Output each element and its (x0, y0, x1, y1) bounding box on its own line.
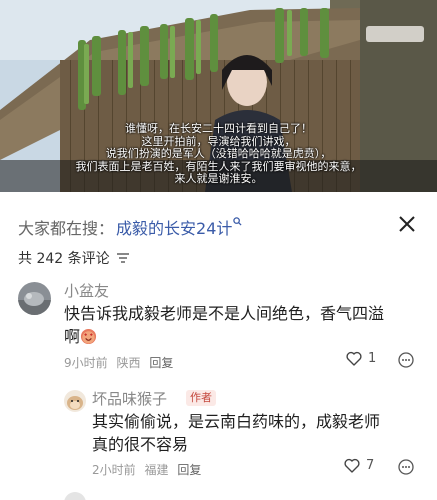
like-count: 7 (366, 458, 375, 473)
reply-button[interactable]: 回复 (177, 463, 201, 477)
comment-username[interactable]: 小盆友 (64, 280, 109, 301)
comment-time: 9小时前 (64, 356, 108, 370)
heart-icon (346, 351, 362, 366)
heart-eyes-emoji-icon (80, 328, 97, 345)
like-count: 1 (368, 351, 377, 366)
comment-panel: 大家都在搜： 成毅的长安24计 共 242 条评论 小盆友 快告诉我成毅老师是不 (0, 196, 437, 500)
subtitle-line: 说我们扮演的是军人（没错哈哈哈就是虎贲）， (105, 147, 332, 160)
video-subtitles: 谁懂呀，在长安二十四计看到自己了！ 这里开拍前，导演给我们讲戏， 说我们扮演的是… (0, 122, 437, 186)
avatar[interactable] (64, 390, 86, 412)
comment-text-line: 真的很不容易 (92, 435, 189, 454)
search-icon (233, 216, 242, 229)
comment-location: 陕西 (116, 356, 141, 370)
trending-search[interactable]: 大家都在搜： 成毅的长安24计 (18, 216, 242, 238)
subtitle-line: 来人就是谢淮安。 (174, 172, 263, 185)
comment-time: 2小时前 (92, 463, 136, 477)
comment-text: 快告诉我成毅老师是不是人间绝色，香气四溢 啊 (64, 302, 384, 348)
comment-item: 小盆友 快告诉我成毅老师是不是人间绝色，香气四溢 啊 9小时前 陕西 回复 1 (0, 278, 437, 378)
avatar[interactable] (18, 282, 51, 315)
comment-meta: 2小时前 福建 回复 (92, 461, 206, 478)
comment-username[interactable]: 坏品味猴子 (92, 388, 167, 409)
reply-item: 坏品味猴子 作者 其实偷偷说，是云南白药味的，成毅老师 真的很不容易 2小时前 … (0, 384, 437, 484)
more-options-icon[interactable] (398, 352, 414, 368)
comment-location: 福建 (144, 463, 169, 477)
comment-count: 共 242 条评论 (18, 251, 110, 267)
author-badge: 作者 (186, 390, 216, 406)
comment-count-row[interactable]: 共 242 条评论 (18, 248, 130, 268)
comment-text-line: 快告诉我成毅老师是不是人间绝色，香气四溢 (64, 304, 385, 323)
subtitle-line: 谁懂呀，在长安二十四计看到自己了！ (125, 122, 312, 135)
avatar[interactable] (64, 492, 86, 500)
comment-meta: 9小时前 陕西 回复 (64, 354, 178, 371)
video-player[interactable]: 谁懂呀，在长安二十四计看到自己了！ 这里开拍前，导演给我们讲戏， 说我们扮演的是… (0, 0, 437, 192)
trending-search-prefix: 大家都在搜： (18, 219, 115, 238)
comment-text-line-2: 啊 (64, 325, 384, 348)
comment-text-line: 其实偷偷说，是云南白药味的，成毅老师 (92, 412, 381, 431)
like-button[interactable]: 7 (344, 458, 374, 473)
trending-search-term[interactable]: 成毅的长安24计 (116, 215, 232, 239)
like-button[interactable]: 1 (346, 351, 376, 366)
close-icon[interactable] (397, 214, 417, 234)
sort-icon (116, 253, 129, 263)
reply-button[interactable]: 回复 (149, 356, 173, 370)
comment-text-line: 啊 (64, 327, 81, 346)
heart-icon (344, 458, 360, 473)
more-options-icon[interactable] (398, 459, 414, 475)
comment-text: 其实偷偷说，是云南白药味的，成毅老师 真的很不容易 (92, 410, 380, 456)
